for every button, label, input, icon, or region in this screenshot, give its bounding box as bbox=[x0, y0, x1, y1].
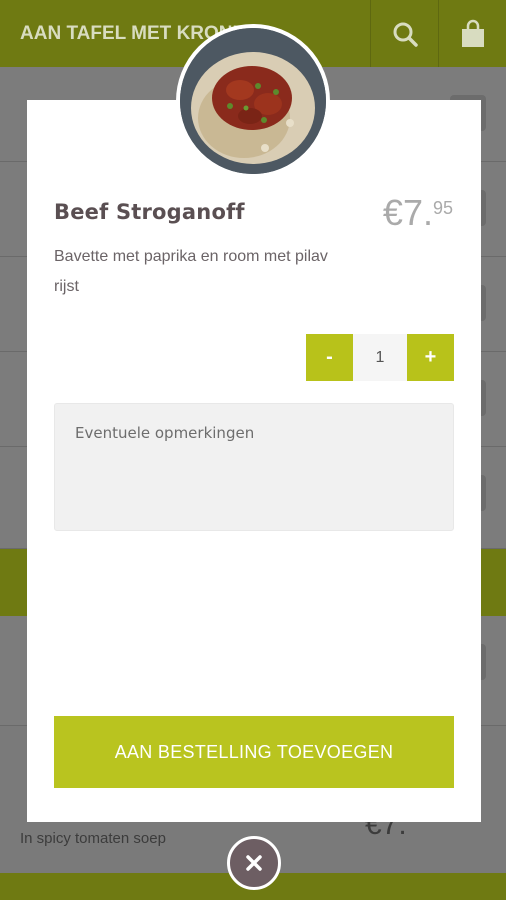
dish-description: Bavette met paprika en room met pilav ri… bbox=[54, 248, 328, 295]
search-button[interactable] bbox=[370, 0, 438, 67]
close-button[interactable] bbox=[227, 836, 281, 890]
add-to-order-button[interactable]: AAN BESTELLING TOEVOEGEN bbox=[54, 716, 454, 788]
price-main: €7. bbox=[382, 192, 433, 233]
remarks-field[interactable] bbox=[54, 403, 454, 531]
shopping-bag-icon bbox=[461, 19, 484, 47]
quantity-value[interactable]: 1 bbox=[353, 334, 407, 381]
dish-title: Beef Stroganoff bbox=[54, 200, 245, 224]
close-icon bbox=[246, 855, 262, 871]
app-title: AAN TAFEL MET KRONIJK bbox=[20, 22, 263, 44]
product-modal: Beef Stroganoff €7. 95 Bavette met papri… bbox=[27, 100, 481, 822]
dish-price: €7. 95 bbox=[383, 192, 453, 234]
search-icon bbox=[393, 22, 418, 47]
dish-image bbox=[176, 24, 330, 178]
price-cents: 95 bbox=[432, 198, 453, 218]
quantity-stepper: - 1 + bbox=[306, 334, 454, 381]
increase-quantity-button[interactable]: + bbox=[407, 334, 454, 381]
cart-button[interactable] bbox=[438, 0, 506, 67]
decrease-quantity-button[interactable]: - bbox=[306, 334, 353, 381]
list-item-description: In spicy tomaten soep bbox=[20, 830, 166, 847]
